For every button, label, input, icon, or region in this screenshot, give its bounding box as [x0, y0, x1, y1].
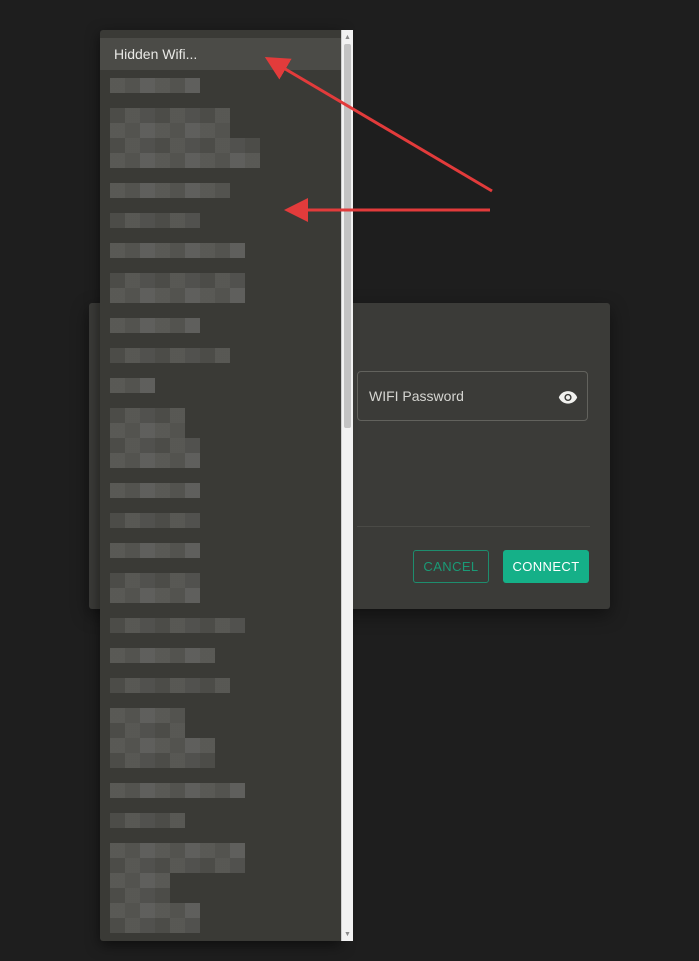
dropdown-scrollbar[interactable]: ▲ ▼	[341, 30, 353, 941]
wifi-password-field[interactable]: WIFI Password	[357, 371, 588, 421]
network-item[interactable]	[110, 453, 200, 468]
network-item[interactable]	[110, 438, 200, 453]
network-item[interactable]	[110, 348, 230, 363]
network-item[interactable]	[110, 288, 245, 303]
network-item[interactable]	[110, 723, 185, 738]
wifi-password-label: WIFI Password	[369, 388, 464, 404]
network-item[interactable]	[110, 243, 245, 258]
dialog-divider	[357, 526, 590, 527]
network-item[interactable]	[110, 318, 200, 333]
network-item[interactable]	[110, 213, 200, 228]
scroll-thumb[interactable]	[344, 44, 351, 428]
network-item[interactable]	[110, 273, 245, 288]
network-item[interactable]	[110, 708, 185, 723]
network-item[interactable]	[110, 588, 200, 603]
connect-button[interactable]: CONNECT	[503, 550, 589, 583]
network-item[interactable]	[110, 903, 200, 918]
network-item[interactable]	[110, 138, 260, 153]
network-item[interactable]	[110, 918, 200, 933]
network-item[interactable]	[110, 843, 245, 858]
network-item[interactable]	[110, 108, 230, 123]
hidden-wifi-option[interactable]: Hidden Wifi...	[100, 38, 341, 70]
network-item[interactable]	[110, 378, 155, 393]
network-item[interactable]	[110, 483, 200, 498]
network-item[interactable]	[110, 858, 245, 873]
network-item[interactable]	[110, 813, 185, 828]
network-item[interactable]	[110, 888, 170, 903]
wifi-network-dropdown: Hidden Wifi...	[100, 30, 341, 941]
network-item[interactable]	[110, 783, 245, 798]
network-item[interactable]	[110, 513, 200, 528]
network-item[interactable]	[110, 873, 170, 888]
cancel-button[interactable]: CANCEL	[413, 550, 489, 583]
hidden-wifi-label: Hidden Wifi...	[114, 46, 198, 62]
eye-icon[interactable]	[558, 387, 578, 407]
scroll-up-arrow-icon[interactable]: ▲	[342, 31, 353, 43]
network-item[interactable]	[110, 573, 200, 588]
network-item[interactable]	[110, 183, 230, 198]
network-item[interactable]	[110, 648, 215, 663]
network-item[interactable]	[110, 678, 230, 693]
network-item[interactable]	[110, 123, 230, 138]
network-item[interactable]	[110, 618, 245, 633]
network-item[interactable]	[110, 78, 200, 93]
network-item[interactable]	[110, 408, 185, 423]
scroll-down-arrow-icon[interactable]: ▼	[342, 928, 353, 940]
network-item[interactable]	[110, 543, 200, 558]
network-item[interactable]	[110, 738, 215, 753]
network-item[interactable]	[110, 423, 185, 438]
network-item[interactable]	[110, 153, 260, 168]
network-item[interactable]	[110, 753, 215, 768]
